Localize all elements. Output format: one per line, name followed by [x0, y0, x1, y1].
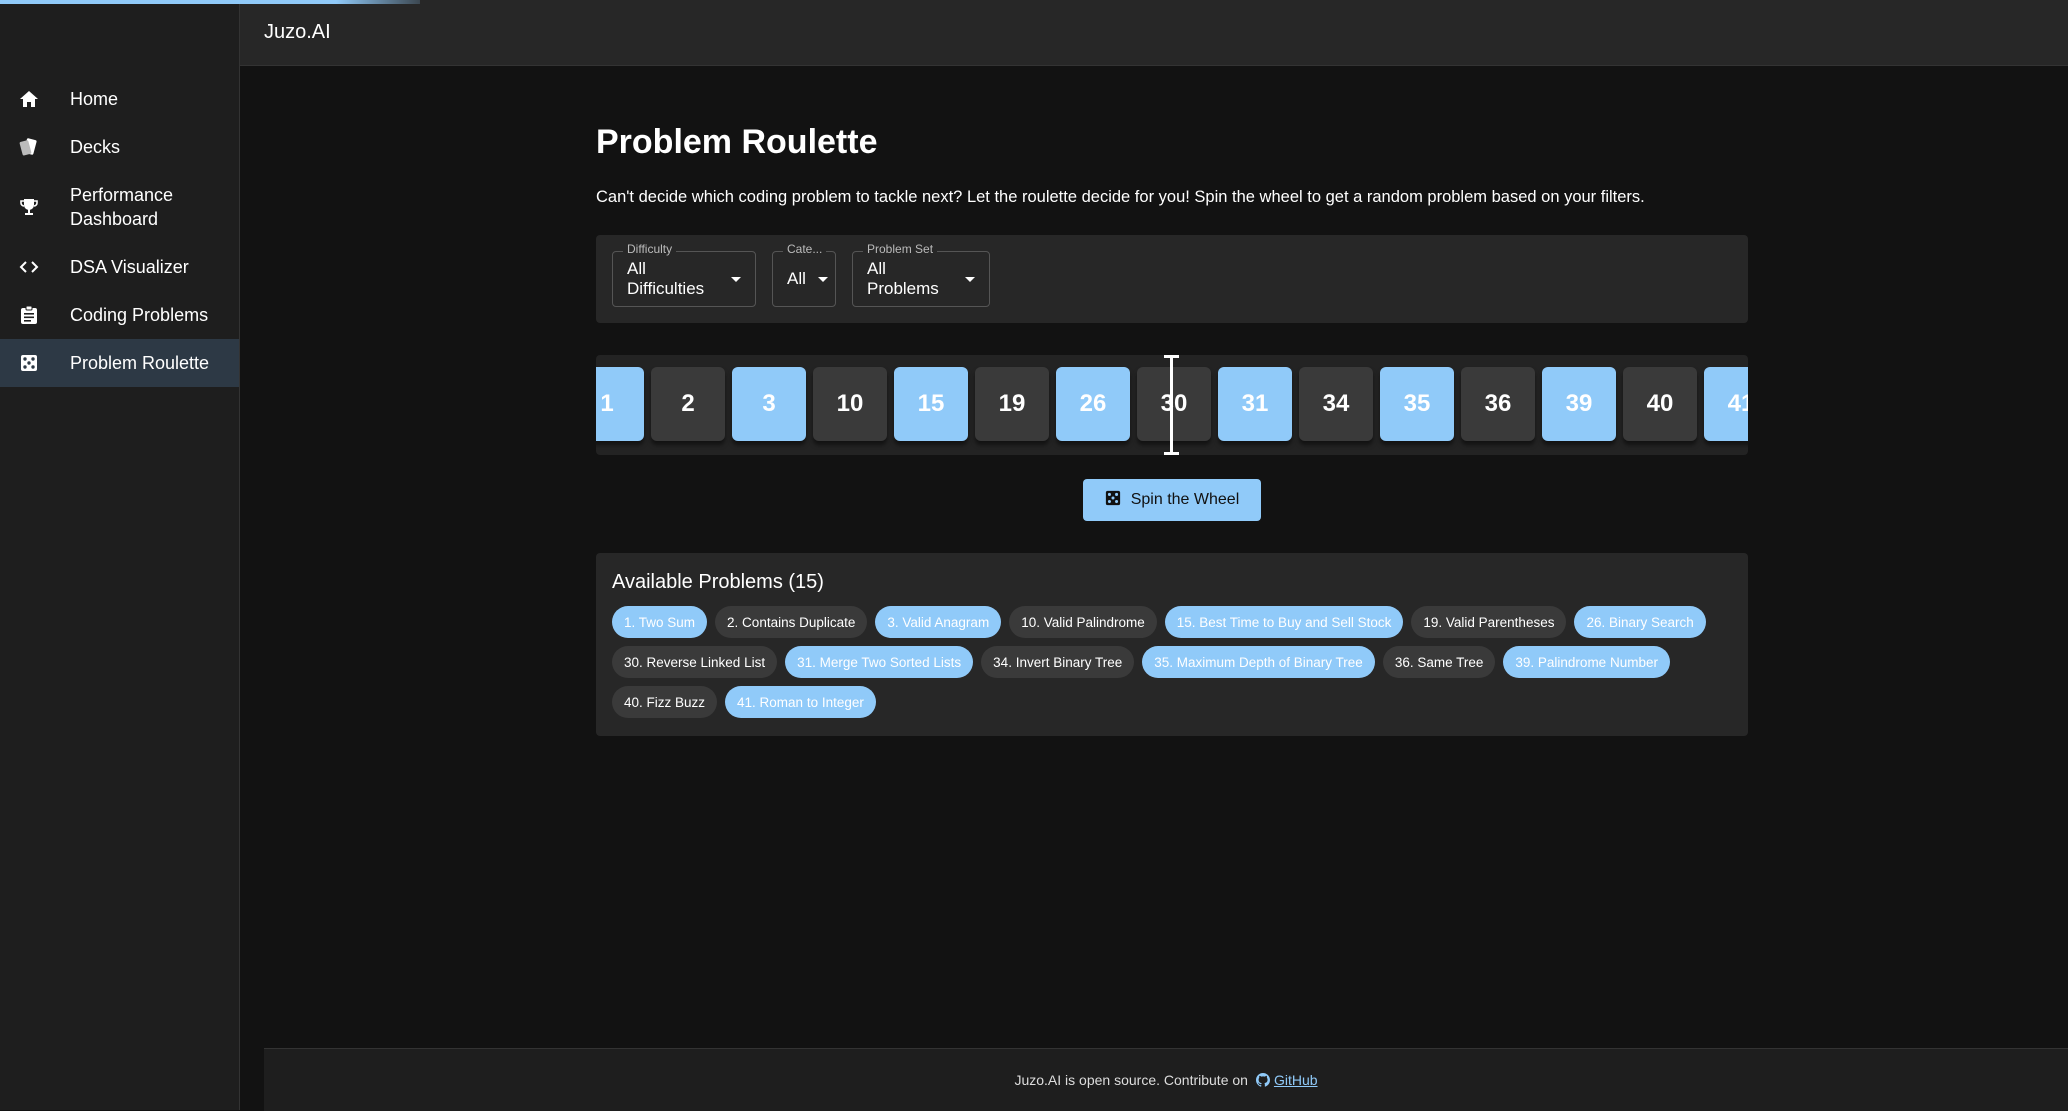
roulette-tile: 40: [1623, 367, 1697, 441]
problem-chip[interactable]: 36. Same Tree: [1382, 646, 1496, 678]
page-description: Can't decide which coding problem to tac…: [596, 188, 1645, 206]
roulette-pointer: [1164, 355, 1179, 455]
cards-icon: [18, 136, 40, 158]
problem-set-label: Problem Set: [863, 242, 938, 256]
difficulty-label: Difficulty: [623, 242, 677, 256]
chevron-down-icon: [965, 276, 975, 282]
sidebar-item-label: Decks: [70, 137, 121, 157]
trophy-icon: [18, 196, 40, 218]
problem-chip[interactable]: 31. Merge Two Sorted Lists: [785, 646, 974, 678]
problem-chip[interactable]: 40. Fizz Buzz: [612, 686, 718, 718]
dice-icon: [18, 352, 40, 374]
footer: Juzo.AI is open source. Contribute on Gi…: [264, 1048, 2068, 1111]
sidebar-item-label: Problem Roulette: [70, 353, 210, 373]
roulette-tile: 3: [732, 367, 806, 441]
problem-chip[interactable]: 2. Contains Duplicate: [715, 606, 868, 638]
sidebar-item-dsa-visualizer[interactable]: DSA Visualizer: [0, 243, 239, 291]
app-header: Juzo.AI: [240, 0, 2068, 66]
roulette-tile: 31: [1218, 367, 1292, 441]
roulette-tile: 34: [1299, 367, 1373, 441]
sidebar-item-coding-problems[interactable]: Coding Problems: [0, 291, 239, 339]
problem-chip[interactable]: 30. Reverse Linked List: [612, 646, 778, 678]
problem-chip[interactable]: 39. Palindrome Number: [1503, 646, 1670, 678]
available-problems-panel: Available Problems (15) 1. Two Sum 2. Con…: [596, 553, 1748, 736]
sidebar-item-label: Home: [70, 89, 119, 109]
brand-title[interactable]: Juzo.AI: [264, 21, 331, 44]
sidebar: Home Decks Performance Dashboard DSA Vis…: [0, 0, 240, 1110]
sidebar-item-label: Performance Dashboard: [70, 185, 174, 229]
sidebar-item-label: DSA Visualizer: [70, 257, 189, 277]
clipboard-icon: [18, 304, 40, 326]
roulette-tile: 15: [894, 367, 968, 441]
problem-chip[interactable]: 26. Binary Search: [1574, 606, 1706, 638]
roulette-tile: 36: [1461, 367, 1535, 441]
loading-progress-bar: [0, 0, 420, 4]
category-select[interactable]: Cate... All: [772, 242, 836, 307]
roulette-tile: 1: [596, 367, 644, 441]
problem-set-value: All Problems: [867, 259, 939, 298]
available-problems-title: Available Problems (15): [612, 571, 824, 593]
category-value: All: [787, 269, 806, 288]
roulette-tile: 26: [1056, 367, 1130, 441]
roulette-tile: 10: [813, 367, 887, 441]
problem-chip[interactable]: 19. Valid Parentheses: [1411, 606, 1567, 638]
roulette-wheel: 1 2 3 10 15 19 26 30 31 34 35 36 39 40 41: [596, 355, 1748, 455]
roulette-tile: 41: [1704, 367, 1748, 441]
sidebar-item-performance-dashboard[interactable]: Performance Dashboard: [0, 171, 239, 243]
sidebar-item-home[interactable]: Home: [0, 75, 239, 123]
roulette-tile: 30: [1137, 367, 1211, 441]
filter-panel: Difficulty All Difficulties Cate... All …: [596, 235, 1748, 323]
github-icon: [1255, 1073, 1270, 1087]
problem-chip[interactable]: 41. Roman to Integer: [725, 686, 876, 718]
difficulty-value: All Difficulties: [627, 259, 705, 298]
sidebar-item-problem-roulette[interactable]: Problem Roulette: [0, 339, 239, 387]
footer-text: Juzo.AI is open source. Contribute on: [1014, 1072, 1248, 1088]
code-icon: [18, 256, 40, 278]
problem-chip[interactable]: 1. Two Sum: [612, 606, 708, 638]
problem-chip[interactable]: 3. Valid Anagram: [875, 606, 1002, 638]
dice-icon: [1105, 490, 1121, 511]
category-label: Cate...: [783, 242, 827, 256]
sidebar-nav: Home Decks Performance Dashboard DSA Vis…: [0, 75, 239, 387]
github-link[interactable]: GitHub: [1255, 1072, 1318, 1088]
roulette-tile: 2: [651, 367, 725, 441]
problem-chip[interactable]: 10. Valid Palindrome: [1009, 606, 1157, 638]
main-content: Problem Roulette Can't decide which codi…: [596, 118, 1748, 736]
roulette-tile: 19: [975, 367, 1049, 441]
problem-set-select[interactable]: Problem Set All Problems: [852, 242, 990, 307]
difficulty-select[interactable]: Difficulty All Difficulties: [612, 242, 756, 307]
chevron-down-icon: [817, 276, 828, 282]
home-icon: [18, 88, 40, 110]
problem-chip-list: 1. Two Sum 2. Contains Duplicate 3. Valid …: [612, 606, 1732, 718]
problem-chip[interactable]: 15. Best Time to Buy and Sell Stock: [1164, 606, 1404, 638]
problem-chip[interactable]: 35. Maximum Depth of Binary Tree: [1142, 646, 1375, 678]
chevron-down-icon: [731, 276, 741, 282]
roulette-tile: 35: [1380, 367, 1454, 441]
page-title: Problem Roulette: [596, 123, 878, 161]
spin-wheel-button[interactable]: Spin the Wheel: [1082, 479, 1262, 521]
sidebar-item-decks[interactable]: Decks: [0, 123, 239, 171]
problem-chip[interactable]: 34. Invert Binary Tree: [981, 646, 1135, 678]
roulette-tile: 39: [1542, 367, 1616, 441]
spin-wheel-label: Spin the Wheel: [1130, 491, 1240, 508]
sidebar-item-label: Coding Problems: [70, 305, 209, 325]
github-link-label: GitHub: [1273, 1072, 1318, 1088]
